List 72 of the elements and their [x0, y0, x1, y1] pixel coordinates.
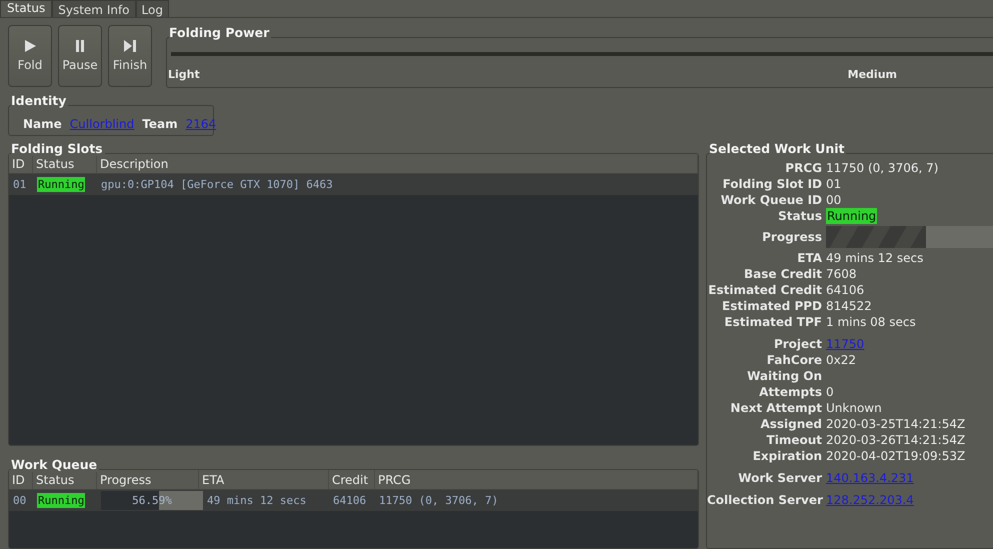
field-label: FahCore	[766, 352, 822, 368]
group-title: Folding Power	[169, 25, 272, 40]
column-header[interactable]: ID	[9, 470, 33, 489]
progress-text: 56.59%	[131, 493, 173, 509]
field-value: 2020-04-02T19:09:53Z	[826, 448, 966, 464]
field-value: 2020-03-26T14:21:54Z	[826, 432, 966, 448]
field-label: Progress	[761, 229, 822, 246]
tick-label: Light	[168, 68, 200, 81]
field-value: 01	[826, 176, 842, 192]
table-cell-text: 49 mins 12 secs	[206, 494, 308, 507]
field-label: Work Queue ID	[720, 192, 822, 208]
skip-icon	[124, 40, 136, 52]
table-cell-text: 01	[12, 178, 28, 191]
slot-row[interactable]: 01 Running gpu:0:GP104 [GeForce GTX 1070] 6463	[9, 174, 698, 195]
table-cell-text: 64106	[332, 494, 368, 507]
field-label: Next Attempt	[729, 400, 822, 416]
field-label: Estimated Credit	[707, 282, 822, 298]
field-label: PRCG	[784, 160, 822, 176]
play-button[interactable]: Fold	[8, 25, 52, 87]
pause-icon	[75, 40, 85, 52]
table-cell-text: 00	[12, 494, 28, 507]
field-value: 11750 (0, 3706, 7)	[826, 160, 940, 176]
field-value: 0x22	[826, 352, 858, 368]
field-label: Folding Slot ID	[722, 176, 822, 192]
field-label: Work Server	[737, 470, 822, 486]
tab[interactable]: System Info	[52, 0, 136, 17]
field-value: 2020-03-25T14:21:54Z	[826, 416, 966, 432]
field-value: 7608	[826, 266, 858, 282]
field-value: 1 mins 08 secs	[826, 314, 917, 330]
tab[interactable]: Log	[136, 0, 169, 17]
play-icon	[24, 40, 36, 52]
column-header[interactable]: Description	[97, 154, 698, 173]
column-header[interactable]: ETA	[199, 470, 329, 489]
field-label: Expiration	[752, 448, 822, 464]
field-label: Assigned	[759, 416, 822, 432]
field-value: 64106	[826, 282, 866, 298]
column-header[interactable]: Status	[33, 470, 97, 489]
status-badge: Running	[37, 493, 86, 508]
column-header[interactable]: Progress	[97, 470, 199, 489]
pause-button[interactable]: Pause	[58, 25, 102, 87]
field-label: Estimated PPD	[721, 298, 822, 314]
field-label: ETA	[796, 250, 822, 266]
field-value: 0	[826, 384, 835, 400]
column-header[interactable]: ID	[9, 154, 33, 173]
group-title: Folding Slots	[11, 141, 105, 156]
field-value: 00	[826, 192, 842, 208]
status-badge: Running	[37, 177, 86, 192]
tick-label: Medium	[848, 68, 897, 81]
finish-button[interactable]: Finish	[108, 25, 152, 87]
field-value: 814522	[826, 298, 873, 314]
field-label: Collection Server	[707, 492, 822, 508]
field-label: Attempts	[758, 384, 822, 400]
status-badge: Running	[826, 208, 878, 224]
field-value: 49 mins 12 secs	[826, 250, 924, 266]
field-label: Timeout	[766, 432, 822, 448]
group-title: Identity	[11, 93, 68, 108]
table-cell-text: gpu:0:GP104 [GeForce GTX 1070] 6463	[100, 178, 334, 191]
field-label: Project	[772, 336, 822, 352]
group-title: Work Queue	[11, 457, 100, 472]
field-label: Estimated TPF	[723, 314, 822, 330]
queue-row[interactable]: 00 Running 56.59% 49 mins 12 secs 64106 11750 (0, 3706, 7)	[9, 490, 698, 511]
field-value: Unknown	[826, 400, 883, 416]
column-header[interactable]: Credit	[329, 470, 375, 489]
group-title: Selected Work Unit	[709, 141, 846, 156]
field-label: Waiting On	[746, 368, 822, 384]
column-header[interactable]: PRCG	[375, 470, 698, 489]
field-label: Status	[777, 208, 822, 224]
tab[interactable]: Status	[0, 0, 52, 17]
field-label: Name	[23, 116, 62, 131]
field-label: Base Credit	[742, 266, 822, 282]
field-label: Team	[142, 116, 178, 131]
table-cell-text: 11750 (0, 3706, 7)	[378, 494, 500, 507]
